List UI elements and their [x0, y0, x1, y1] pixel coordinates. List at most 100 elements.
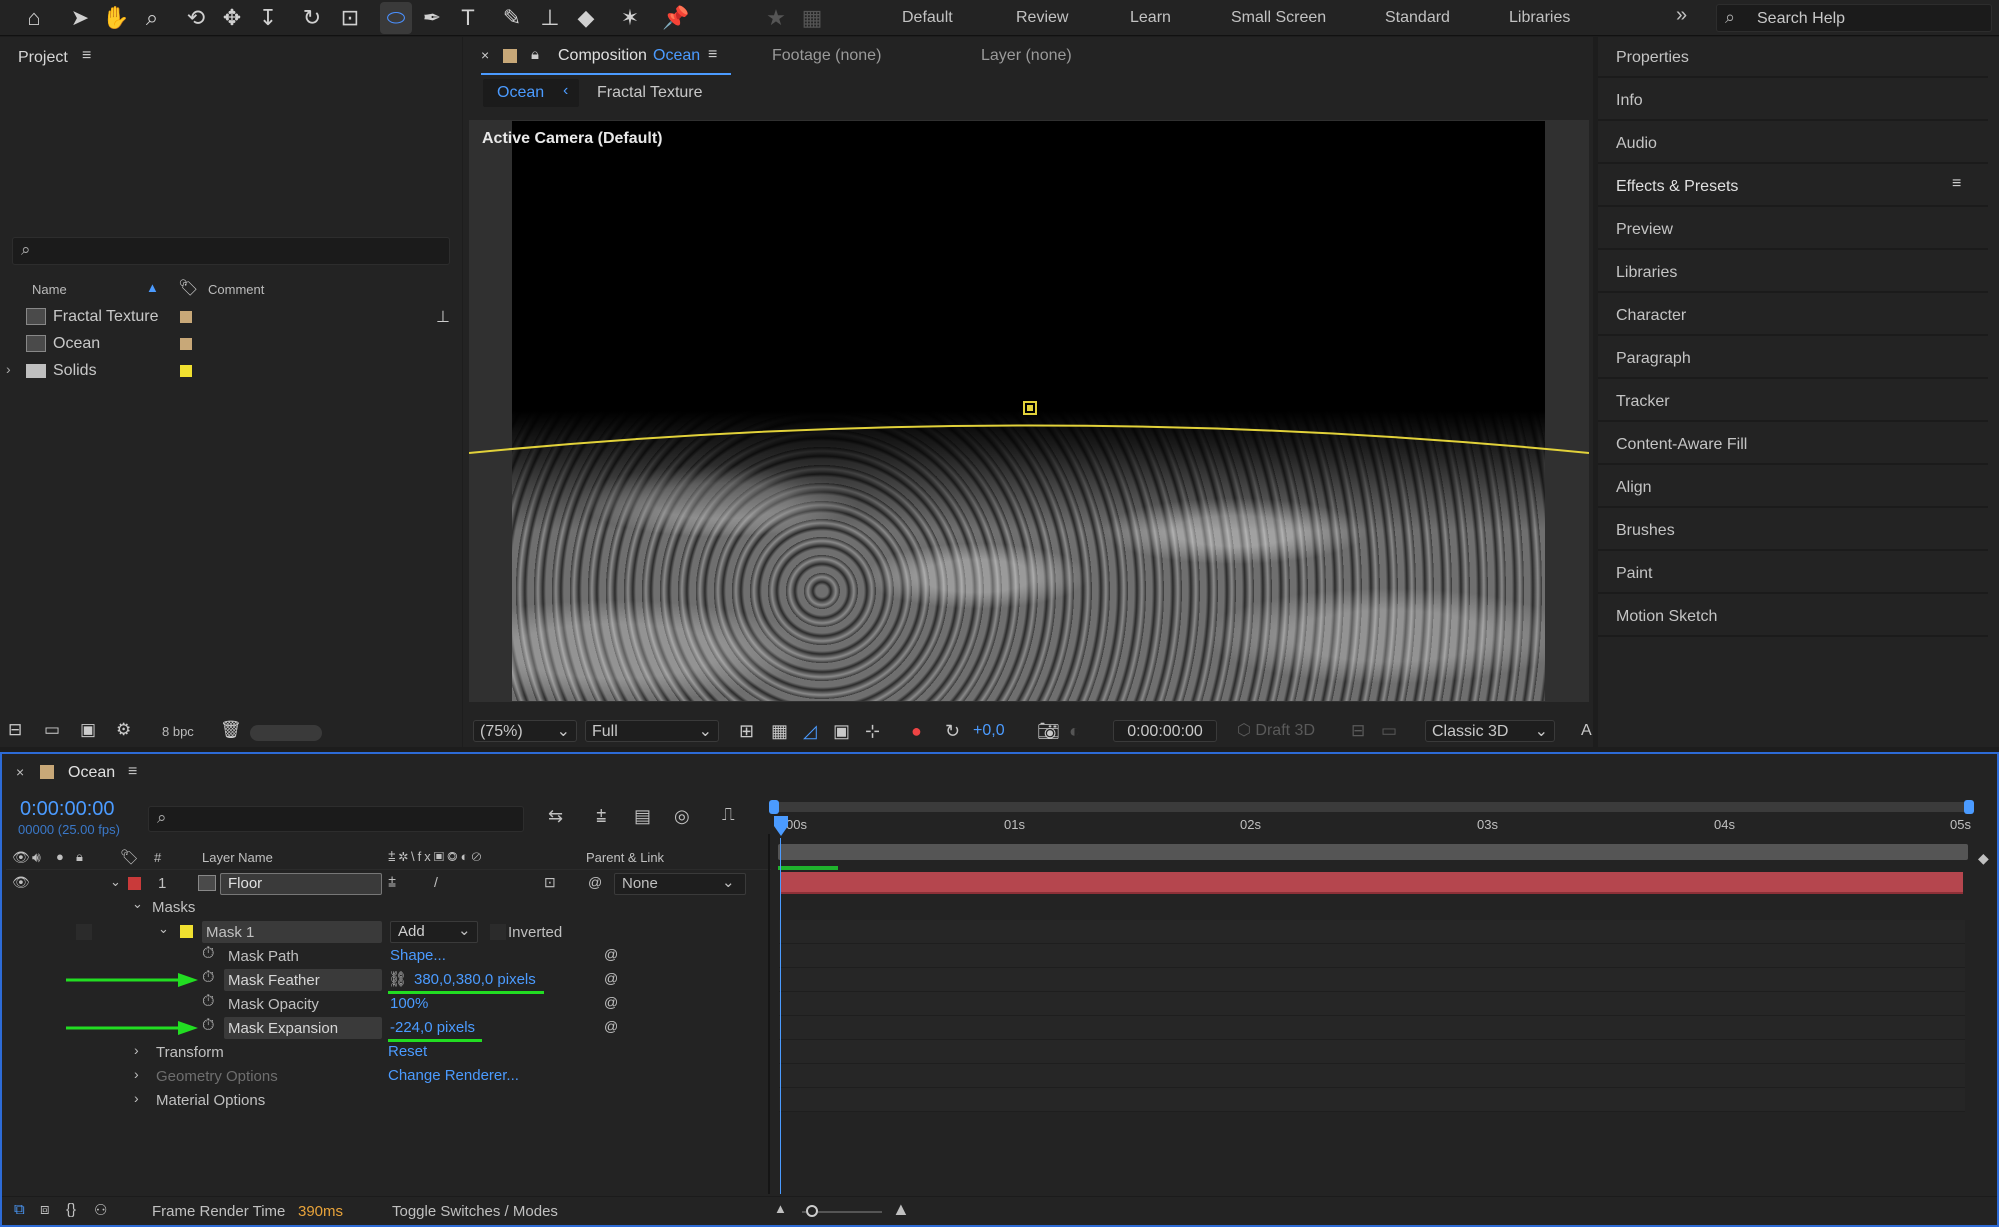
geometry-options-row[interactable]: › Geometry Options Change Renderer...: [6, 1064, 771, 1088]
pick-whip-icon[interactable]: @: [588, 874, 602, 890]
project-item-fractal-texture[interactable]: Fractal Texture ⊥: [0, 303, 450, 330]
mask-feather-value[interactable]: 380,0,380,0 pixels: [414, 971, 536, 988]
expand-arrow-icon[interactable]: ›: [6, 361, 11, 377]
expand-arrow-icon[interactable]: ›: [134, 1090, 139, 1106]
in-out-toggle-icon[interactable]: {}: [66, 1201, 76, 1218]
panel-preview[interactable]: Preview: [1598, 209, 1988, 250]
label-color-swatch[interactable]: [180, 365, 192, 377]
3d-layer-switch-icon[interactable]: ⊡: [544, 874, 556, 891]
panel-paragraph[interactable]: Paragraph: [1598, 338, 1988, 379]
viewer-timecode[interactable]: 0:00:00:00: [1113, 720, 1217, 742]
stopwatch-icon[interactable]: ⏱︎: [202, 945, 214, 963]
material-options-row[interactable]: › Material Options: [6, 1088, 771, 1112]
expand-arrow-icon[interactable]: ›: [134, 1042, 139, 1058]
inverted-checkbox[interactable]: [490, 924, 506, 940]
stopwatch-icon[interactable]: ⏱︎: [202, 993, 214, 1011]
mask-expansion-value[interactable]: -224,0 pixels: [390, 1019, 475, 1036]
timeline-search-input[interactable]: ⌕: [148, 806, 524, 832]
transform-reset-link[interactable]: Reset: [388, 1043, 427, 1060]
comp-mini-flowchart-icon[interactable]: ⇆: [548, 806, 563, 827]
current-time-display[interactable]: 0:00:00:00: [20, 798, 115, 821]
project-panel-title[interactable]: Project: [18, 49, 68, 67]
workspace-standard[interactable]: Standard: [1385, 9, 1450, 27]
name-column-header[interactable]: Name: [32, 282, 67, 297]
grid-guides-icon[interactable]: ⊹: [865, 720, 880, 742]
interpret-footage-icon[interactable]: ⊟: [8, 720, 22, 740]
project-item-solids[interactable]: › Solids: [0, 357, 440, 384]
mask-visibility-icon[interactable]: ◿: [803, 720, 817, 742]
active-camera-dropdown[interactable]: A: [1581, 720, 1592, 742]
mask-color-swatch[interactable]: [180, 925, 193, 938]
mask-opacity-row[interactable]: ⏱︎ Mask Opacity 100% @: [6, 992, 771, 1016]
orbit-camera-icon[interactable]: ⟲: [180, 2, 212, 34]
masks-expand-arrow-icon[interactable]: ⌄: [132, 896, 143, 912]
roto-brush-icon[interactable]: ✶: [614, 2, 646, 34]
label-column-icon[interactable]: 🏷: [120, 848, 139, 866]
transfer-controls-toggle-icon[interactable]: ⧈: [40, 1201, 50, 1218]
mask-solo-box[interactable]: [76, 924, 92, 940]
search-help-field[interactable]: ⌕ Search Help: [1716, 4, 1992, 32]
label-tag-icon[interactable]: 🏷: [178, 278, 198, 298]
panel-menu-icon[interactable]: ≡: [82, 47, 91, 65]
pan-camera-icon[interactable]: ✥: [216, 2, 248, 34]
exposure-value[interactable]: +0,0: [973, 720, 1005, 742]
floor-layer-duration-bar[interactable]: [780, 872, 1963, 894]
panel-audio[interactable]: Audio: [1598, 123, 1988, 164]
clone-stamp-icon[interactable]: ⊥: [534, 2, 566, 34]
panel-motion-sketch[interactable]: Motion Sketch: [1598, 596, 1988, 637]
parent-link-column-header[interactable]: Parent & Link: [586, 850, 664, 865]
constrain-proportions-icon[interactable]: ⛓︎: [388, 970, 407, 988]
pick-whip-icon[interactable]: @: [604, 994, 618, 1010]
breadcrumb-ocean[interactable]: Ocean ‹: [483, 79, 579, 107]
quality-switch-icon[interactable]: /: [434, 874, 438, 890]
extended-viewer-icon[interactable]: ▭: [1381, 720, 1397, 742]
zoom-tool-icon[interactable]: ⌕: [136, 2, 168, 34]
mask-feather-row[interactable]: ⏱︎ Mask Feather ⛓︎ 380,0,380,0 pixels @: [6, 968, 771, 994]
panel-brushes[interactable]: Brushes: [1598, 510, 1988, 551]
shy-switch-icon[interactable]: ⩲: [388, 874, 396, 891]
comment-column-header[interactable]: Comment: [208, 282, 264, 297]
panel-align[interactable]: Align: [1598, 467, 1988, 508]
panel-effects-presets[interactable]: Effects & Presets: [1598, 166, 1988, 207]
region-of-interest-icon[interactable]: ▣: [833, 720, 850, 742]
magnification-dropdown[interactable]: (75%) ⌄: [473, 720, 577, 742]
project-item-ocean[interactable]: Ocean: [0, 330, 440, 357]
mask-expansion-row[interactable]: ⏱︎ Mask Expansion -224,0 pixels @: [6, 1016, 771, 1042]
close-tab-icon[interactable]: ×: [16, 764, 24, 780]
type-tool-icon[interactable]: T: [452, 2, 484, 34]
timeline-comp-tab[interactable]: Ocean: [68, 764, 115, 782]
eye-column-icon[interactable]: 👁︎: [12, 849, 30, 866]
pick-whip-icon[interactable]: @: [604, 970, 618, 986]
home-icon[interactable]: ⌂: [18, 2, 50, 34]
transparency-grid-icon[interactable]: ▦: [771, 720, 788, 742]
layer-switches-toggle-icon[interactable]: ⧉: [14, 1201, 25, 1218]
workspace-small-screen[interactable]: Small Screen: [1231, 9, 1326, 27]
eye-visibility-icon[interactable]: 👁︎: [12, 874, 30, 891]
mask-opacity-value[interactable]: 100%: [390, 995, 428, 1012]
layer-row-floor[interactable]: 👁︎ ⌄ 1 Floor ⩲ / ⊡ @ None ⌄: [6, 872, 771, 896]
workspace-learn[interactable]: Learn: [1130, 9, 1171, 27]
channels-icon[interactable]: ●: [911, 720, 922, 742]
new-composition-icon[interactable]: ▣: [80, 720, 96, 740]
audio-column-icon[interactable]: 🔊︎: [32, 849, 41, 866]
render-time-toggle-icon[interactable]: ⚇: [94, 1201, 107, 1219]
panel-info[interactable]: Info: [1598, 80, 1988, 121]
panel-content-aware-fill[interactable]: Content-Aware Fill: [1598, 424, 1988, 465]
zoom-out-icon[interactable]: ▲: [774, 1201, 787, 1216]
layer-name-column-header[interactable]: Layer Name: [202, 850, 273, 865]
renderer-dropdown[interactable]: Classic 3D ⌄: [1425, 720, 1555, 742]
work-area-bar[interactable]: [778, 844, 1968, 860]
show-snapshot-icon[interactable]: ◐: [1069, 720, 1080, 742]
hand-tool-icon[interactable]: ✋: [100, 2, 132, 34]
motion-blur-icon[interactable]: ◎: [674, 806, 690, 827]
panel-menu-icon[interactable]: ≡: [128, 763, 137, 781]
panel-menu-icon[interactable]: ≡: [708, 46, 717, 64]
mask-path-value[interactable]: Shape...: [390, 947, 446, 964]
trash-icon[interactable]: 🗑: [220, 720, 242, 740]
panel-character[interactable]: Character: [1598, 295, 1988, 336]
time-ruler[interactable]: 00s 01s 02s 03s 04s 05s: [772, 816, 1971, 836]
pick-whip-icon[interactable]: @: [604, 946, 618, 962]
transform-group-row[interactable]: › Transform Reset: [6, 1040, 771, 1064]
snapshot-camera-icon[interactable]: 📷︎: [1037, 720, 1060, 742]
timeline-zoom-handle[interactable]: [806, 1205, 818, 1217]
